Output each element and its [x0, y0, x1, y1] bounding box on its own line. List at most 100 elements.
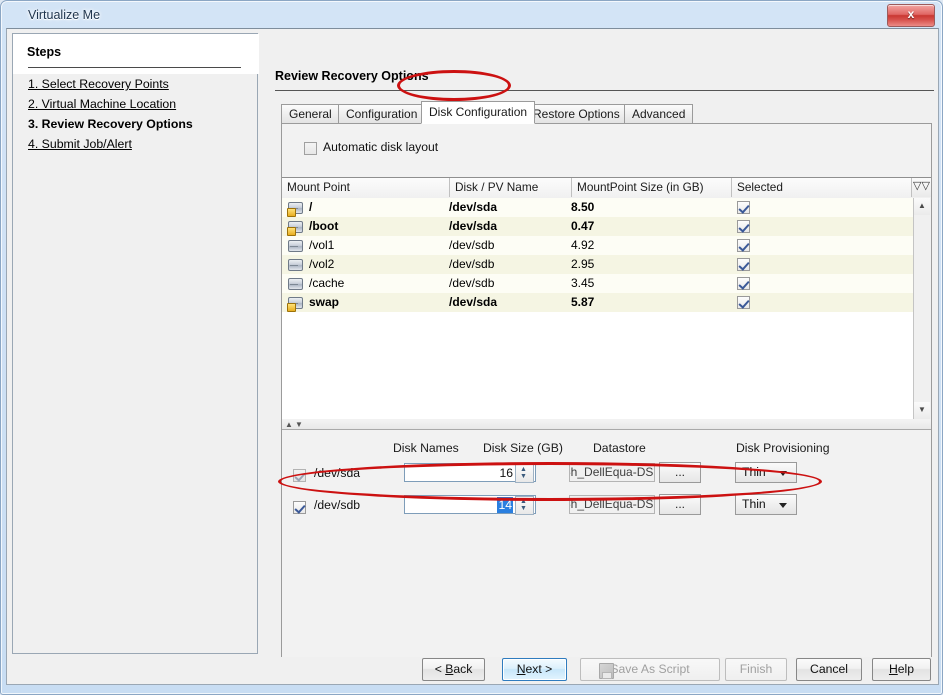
row-selected-checkbox[interactable]: [737, 277, 750, 290]
datastore-field-sda: 5h_DellEqua-DS1: [569, 463, 655, 482]
tab-configuration[interactable]: Configuration: [338, 104, 425, 124]
disk-name-label: /dev/sdb: [314, 498, 360, 512]
header-disk-provisioning: Disk Provisioning: [736, 441, 829, 455]
disk-provisioning-select-sdb[interactable]: Thin: [735, 494, 797, 515]
cell-size: 0.47: [571, 217, 726, 236]
cell-size: 8.50: [571, 198, 726, 217]
sidebar-item-label: 3. Review Recovery Options: [28, 117, 193, 131]
datastore-browse-button-sda[interactable]: ...: [659, 462, 701, 483]
tab-restore-options[interactable]: Restore Options: [525, 104, 628, 124]
mount-point-label: /vol2: [309, 257, 334, 271]
disk-name-label: /dev/sda: [314, 466, 360, 480]
mount-point-table: Mount Point Disk / PV Name MountPoint Si…: [282, 177, 931, 419]
tab-strip: General Configuration Disk Configuration…: [281, 100, 932, 124]
cell-size: 2.95: [571, 255, 726, 274]
tab-disk-configuration[interactable]: Disk Configuration: [421, 101, 535, 124]
column-header-mountpoint-size[interactable]: MountPoint Size (in GB): [572, 178, 732, 197]
cell-disk-name: /dev/sda: [449, 198, 569, 217]
datastore-value: 5h_DellEqua-DS1: [569, 465, 655, 479]
page-title-divider: [275, 90, 934, 91]
scroll-up-icon[interactable]: ▲: [914, 198, 930, 215]
splitter-down-icon[interactable]: ▼: [295, 421, 303, 428]
title-bar[interactable]: Virtualize Me x: [1, 1, 942, 31]
disk-icon: [287, 276, 303, 291]
disk-icon: [287, 257, 303, 272]
disk-size-input-sda[interactable]: 16 ▲▼: [404, 463, 536, 482]
disk-icon: [287, 238, 303, 253]
disk-row-sdb: /dev/sdb 14 ▲▼ 5h_DellEqua-DS1 ... Thin: [282, 492, 931, 524]
splitter-up-icon[interactable]: ▲: [285, 421, 293, 428]
sidebar-item-label: 1. Select Recovery Points: [28, 77, 169, 91]
tab-advanced[interactable]: Advanced: [624, 104, 693, 124]
steps-header: Steps: [13, 34, 259, 74]
disk-provisioning-select-sda[interactable]: Thin: [735, 462, 797, 483]
row-selected-checkbox[interactable]: [737, 201, 750, 214]
automatic-disk-layout-label: Automatic disk layout: [323, 140, 438, 154]
column-header-disk-pv-name[interactable]: Disk / PV Name: [450, 178, 572, 197]
steps-divider: [28, 67, 241, 68]
row-selected-checkbox[interactable]: [737, 296, 750, 309]
column-header-selected[interactable]: Selected: [732, 178, 912, 197]
chevron-down-icon: [779, 503, 787, 508]
cell-mount-point: /boot: [287, 217, 447, 236]
disk-size-stepper[interactable]: ▲▼: [515, 496, 534, 515]
table-row[interactable]: / /dev/sda 8.50: [282, 198, 914, 217]
steps-list: 1. Select Recovery Points 2. Virtual Mac…: [13, 74, 259, 154]
sidebar-item-label: 4. Submit Job/Alert: [28, 137, 132, 151]
help-button[interactable]: Help: [872, 658, 931, 681]
close-window-button[interactable]: x: [887, 4, 935, 27]
table-row[interactable]: /vol1 /dev/sdb 4.92: [282, 236, 914, 255]
automatic-disk-layout-checkbox[interactable]: [304, 142, 317, 155]
table-row[interactable]: swap /dev/sda 5.87: [282, 293, 914, 312]
tab-general[interactable]: General: [281, 104, 340, 124]
disk-enabled-checkbox[interactable]: [293, 469, 306, 482]
cell-selected[interactable]: [737, 296, 750, 315]
close-icon: x: [888, 5, 934, 24]
cell-mount-point: /cache: [287, 274, 447, 293]
disk-size-value: 14: [497, 497, 513, 513]
content-panel: Review Recovery Options General Configur…: [259, 33, 935, 654]
datastore-browse-button-sdb[interactable]: ...: [659, 494, 701, 515]
save-script-icon: [599, 663, 614, 679]
header-disk-size: Disk Size (GB): [483, 441, 563, 455]
automatic-disk-layout-row: Automatic disk layout: [283, 125, 931, 177]
table-row[interactable]: /boot /dev/sda 0.47: [282, 217, 914, 236]
table-row[interactable]: /vol2 /dev/sdb 2.95: [282, 255, 914, 274]
sidebar-item-submit-job-alert[interactable]: 4. Submit Job/Alert: [13, 134, 259, 154]
panel-splitter[interactable]: ▲ ▼: [282, 420, 931, 430]
save-as-script-button: Save As Script: [580, 658, 720, 681]
column-header-mount-point[interactable]: Mount Point: [282, 178, 450, 197]
row-selected-checkbox[interactable]: [737, 239, 750, 252]
table-vertical-scrollbar[interactable]: ▲ ▼: [913, 198, 931, 419]
table-row[interactable]: /cache /dev/sdb 3.45: [282, 274, 914, 293]
disk-size-input-sdb[interactable]: 14 ▲▼: [404, 495, 536, 514]
cell-size: 4.92: [571, 236, 726, 255]
sidebar-item-select-recovery-points[interactable]: 1. Select Recovery Points: [13, 74, 259, 94]
cancel-button[interactable]: Cancel: [796, 658, 862, 681]
sidebar-item-review-recovery-options[interactable]: 3. Review Recovery Options: [13, 114, 259, 134]
chevron-double-down-icon[interactable]: ▽▽: [911, 178, 931, 197]
cell-disk-name: /dev/sda: [449, 217, 569, 236]
page-title: Review Recovery Options: [275, 69, 429, 83]
cell-mount-point: /vol1: [287, 236, 447, 255]
mount-point-label: /vol1: [309, 238, 334, 252]
disk-icon: [287, 200, 303, 215]
next-button[interactable]: Next >: [502, 658, 567, 681]
disk-enabled-checkbox[interactable]: [293, 501, 306, 514]
mount-point-label: /cache: [309, 276, 344, 290]
row-selected-checkbox[interactable]: [737, 258, 750, 271]
header-disk-names: Disk Names: [393, 441, 459, 455]
mount-point-table-body: / /dev/sda 8.50 /boot /dev/sda: [282, 198, 914, 419]
disk-configuration-panel: Automatic disk layout Mount Point Disk /…: [281, 123, 932, 657]
disk-provisioning-value: Thin: [742, 465, 766, 479]
disk-icon: [287, 219, 303, 234]
disk-size-value: 16: [499, 465, 513, 481]
cell-size: 3.45: [571, 274, 726, 293]
window-title: Virtualize Me: [28, 8, 100, 22]
back-button[interactable]: < Back: [422, 658, 485, 681]
disk-size-stepper[interactable]: ▲▼: [515, 464, 534, 483]
scroll-down-icon[interactable]: ▼: [914, 402, 930, 419]
sidebar-item-virtual-machine-location[interactable]: 2. Virtual Machine Location: [13, 94, 259, 114]
row-selected-checkbox[interactable]: [737, 220, 750, 233]
chevron-down-icon: [779, 471, 787, 476]
